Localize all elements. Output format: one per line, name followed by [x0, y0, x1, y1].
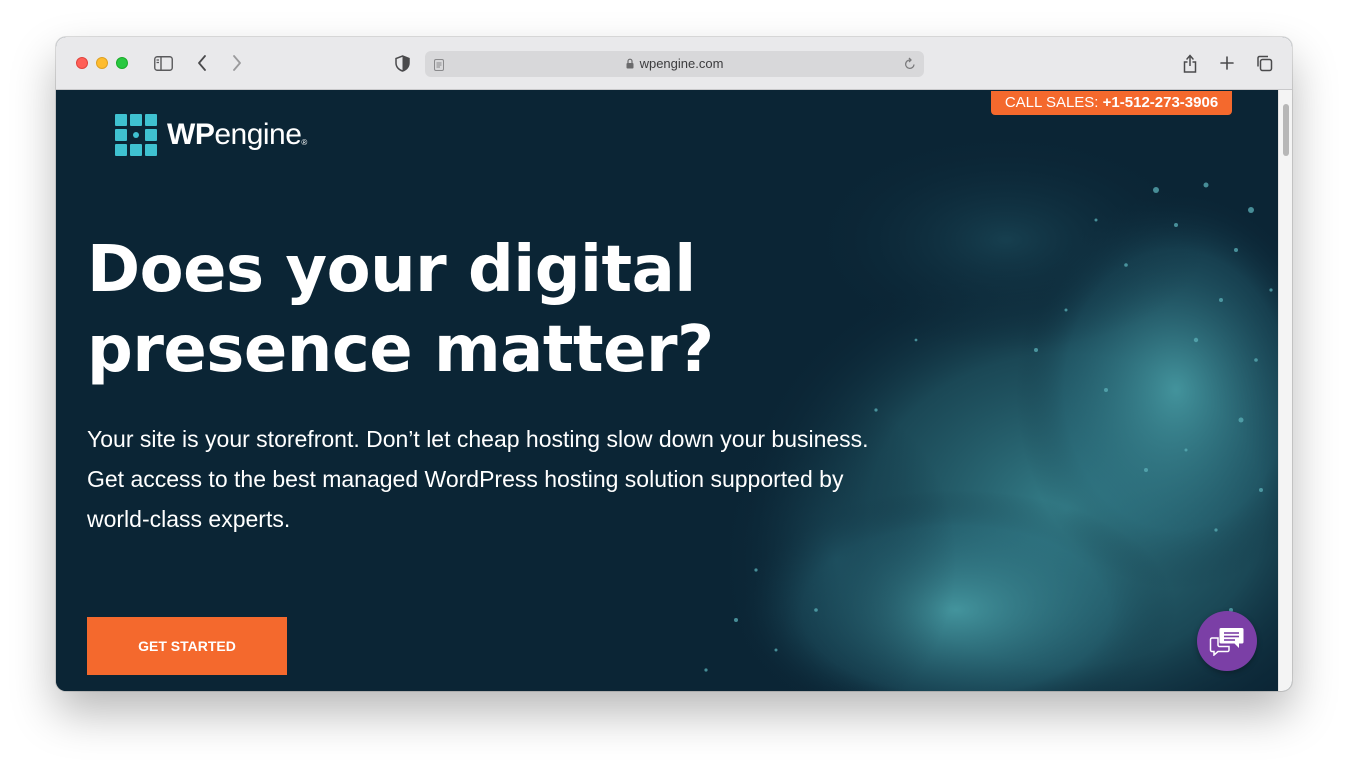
logo-wordmark-engine: engine	[214, 118, 302, 151]
get-started-button[interactable]: GET STARTED	[87, 617, 287, 675]
address-bar[interactable]: wpengine.com	[425, 51, 924, 77]
tabs-overview-icon[interactable]	[1255, 53, 1273, 73]
close-window-button[interactable]	[76, 57, 88, 69]
shield-icon[interactable]	[394, 53, 410, 73]
call-sales-phone: +1-512-273-3906	[1102, 94, 1219, 111]
reload-icon[interactable]	[904, 57, 916, 75]
sidebar-icon[interactable]	[153, 53, 173, 73]
webpage: CALL SALES: +1-512-273-3906 WPengine® Do…	[56, 90, 1278, 691]
minimize-window-button[interactable]	[96, 57, 108, 69]
zoom-window-button[interactable]	[116, 57, 128, 69]
chevron-left-icon[interactable]	[195, 53, 209, 73]
chevron-right-icon[interactable]	[230, 53, 244, 73]
chat-bubbles-icon	[1209, 628, 1244, 656]
hero-description: Your site is your storefront. Don’t let …	[87, 426, 869, 532]
chat-widget-button[interactable]	[1197, 611, 1257, 671]
hero-headline: Does your digital presence matter?	[87, 233, 714, 387]
scrollbar-thumb[interactable]	[1283, 104, 1289, 156]
wpengine-logo[interactable]: WPengine®	[115, 114, 307, 156]
call-sales-link[interactable]: CALL SALES: +1-512-273-3906	[991, 91, 1232, 115]
browser-window: wpengine.com CALL SALES: +1-512-273-3906…	[56, 37, 1292, 691]
lock-icon	[626, 57, 634, 72]
teal-powder-background	[704, 130, 1278, 691]
logo-wordmark-wp: WP	[167, 118, 215, 151]
url-text: wpengine.com	[639, 56, 724, 71]
page-scrollbar[interactable]	[1278, 90, 1292, 691]
plus-icon[interactable]	[1219, 53, 1235, 73]
share-icon[interactable]	[1182, 53, 1198, 73]
browser-toolbar: wpengine.com	[56, 37, 1292, 90]
wpengine-logo-icon	[115, 114, 157, 156]
registered-mark: ®	[301, 138, 307, 147]
